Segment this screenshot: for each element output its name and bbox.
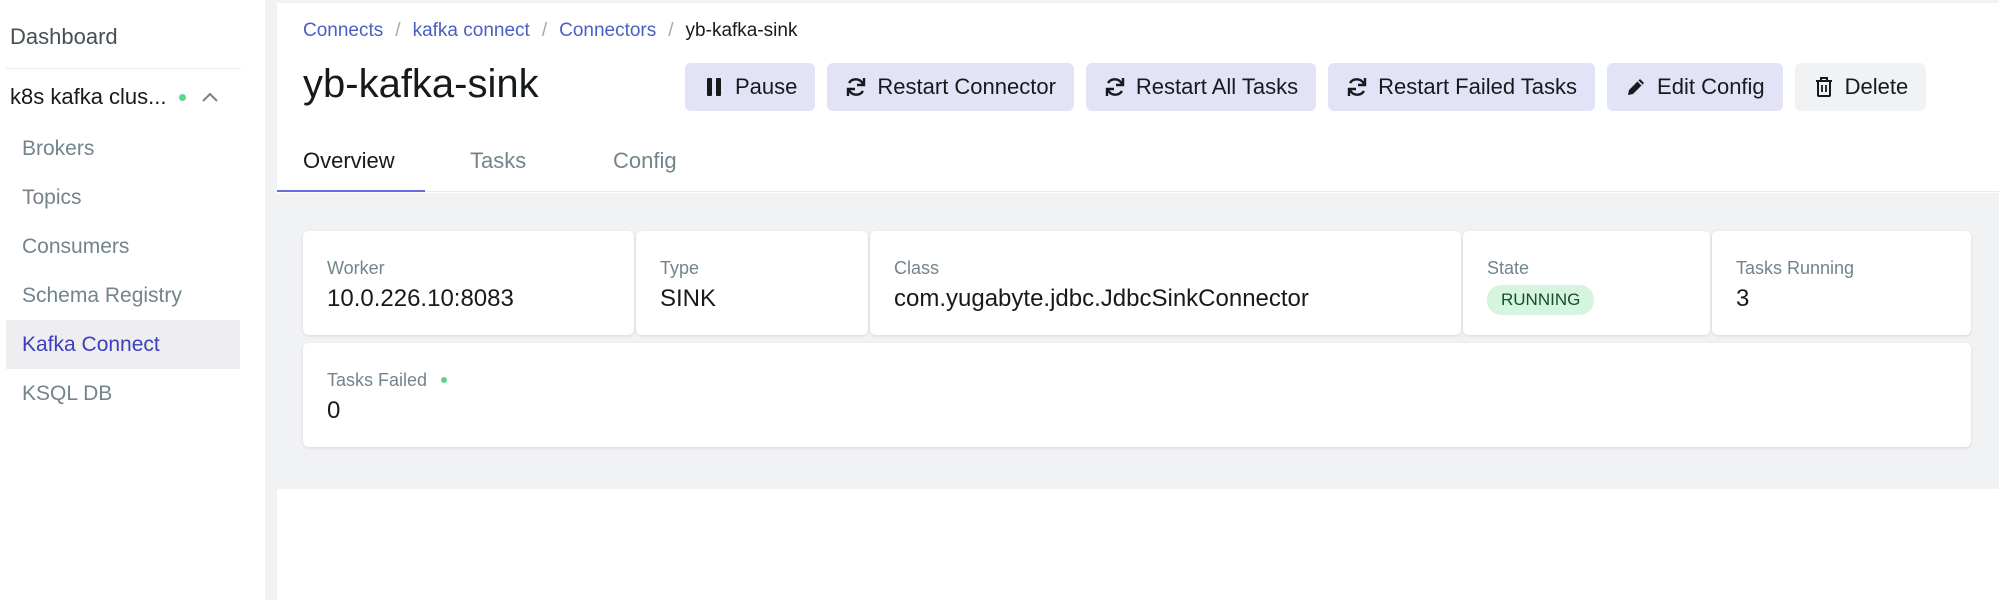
breadcrumb-separator: / bbox=[395, 20, 401, 41]
restart-all-tasks-label: Restart All Tasks bbox=[1135, 74, 1299, 99]
cluster-name: k8s kafka clus... bbox=[10, 84, 167, 109]
sidebar-item-schema-registry[interactable]: Schema Registry bbox=[6, 271, 240, 320]
main-content: Connects / kafka connect / Connectors / … bbox=[277, 0, 1999, 600]
sidebar-item-dashboard[interactable]: Dashboard bbox=[10, 24, 118, 50]
refresh-icon bbox=[1104, 76, 1126, 98]
sidebar-item-consumers[interactable]: Consumers bbox=[6, 222, 240, 271]
tab-overview[interactable]: Overview bbox=[277, 140, 425, 192]
green-dot-icon bbox=[178, 93, 186, 101]
tab-bar: Overview Tasks Config bbox=[277, 140, 1999, 192]
sidebar-item-ksql-db[interactable]: KSQL DB bbox=[6, 369, 240, 418]
state-label: State bbox=[1487, 257, 1530, 278]
tasks-failed-label-row: Tasks Failed bbox=[327, 369, 1947, 391]
type-label: Type bbox=[660, 257, 700, 278]
chevron-up-icon[interactable] bbox=[200, 87, 220, 107]
restart-connector-label: Restart Connector bbox=[877, 74, 1056, 99]
restart-failed-tasks-button[interactable]: Restart Failed Tasks bbox=[1328, 63, 1596, 111]
sidebar-nav: Brokers Topics Consumers Schema Registry… bbox=[6, 124, 240, 418]
sidebar-item-kafka-connect[interactable]: Kafka Connect bbox=[6, 320, 240, 369]
type-card: Type SINK bbox=[636, 231, 868, 335]
class-card: Class com.yugabyte.jdbc.JdbcSinkConnecto… bbox=[870, 231, 1461, 335]
breadcrumb-separator: / bbox=[541, 20, 548, 41]
class-value: com.yugabyte.jdbc.JdbcSinkConnector bbox=[894, 285, 1309, 312]
edit-config-label: Edit Config bbox=[1657, 74, 1765, 99]
status-badge: RUNNING bbox=[1487, 285, 1595, 315]
breadcrumb-separator: / bbox=[668, 20, 674, 41]
sidebar-divider bbox=[6, 68, 241, 69]
pause-button[interactable]: Pause bbox=[685, 63, 816, 111]
pause-icon bbox=[703, 76, 725, 98]
top-border bbox=[277, 0, 1999, 3]
pause-label: Pause bbox=[735, 74, 798, 99]
sidebar: Dashboard k8s kafka clus... Brokers Topi… bbox=[0, 0, 265, 600]
tasks-running-label: Tasks Running bbox=[1736, 257, 1855, 278]
tasks-failed-label: Tasks Failed bbox=[327, 369, 428, 390]
refresh-icon bbox=[845, 76, 867, 98]
worker-label: Worker bbox=[327, 257, 385, 278]
sidebar-item-topics[interactable]: Topics bbox=[6, 173, 240, 222]
sidebar-divider-vertical bbox=[265, 0, 277, 600]
tab-tasks[interactable]: Tasks bbox=[470, 140, 526, 192]
tab-config[interactable]: Config bbox=[613, 140, 677, 192]
metrics-row: Worker 10.0.226.10:8083 Type SINK Class … bbox=[303, 231, 1971, 335]
breadcrumb-connectors[interactable]: Connectors bbox=[559, 20, 656, 42]
page-title: yb-kafka-sink bbox=[303, 62, 539, 106]
breadcrumb-kafka-connect[interactable]: kafka connect bbox=[413, 20, 530, 42]
tasks-running-value: 3 bbox=[1736, 285, 1750, 312]
type-value: SINK bbox=[660, 285, 717, 312]
restart-failed-tasks-label: Restart Failed Tasks bbox=[1378, 74, 1578, 99]
trash-icon bbox=[1813, 76, 1835, 98]
tasks-running-card: Tasks Running 3 bbox=[1712, 231, 1971, 335]
green-dot-icon bbox=[441, 377, 448, 383]
breadcrumb-connects[interactable]: Connects bbox=[303, 20, 383, 42]
state-card: State RUNNING bbox=[1463, 231, 1710, 335]
worker-value: 10.0.226.10:8083 bbox=[327, 285, 514, 312]
delete-button[interactable]: Delete bbox=[1794, 63, 1927, 111]
worker-card: Worker 10.0.226.10:8083 bbox=[303, 231, 634, 335]
restart-connector-button[interactable]: Restart Connector bbox=[827, 63, 1074, 111]
restart-all-tasks-button[interactable]: Restart All Tasks bbox=[1085, 63, 1317, 111]
breadcrumb: Connects / kafka connect / Connectors / … bbox=[303, 20, 797, 42]
breadcrumb-current: yb-kafka-sink bbox=[685, 20, 798, 41]
overview-panel: Worker 10.0.226.10:8083 Type SINK Class … bbox=[277, 193, 1999, 489]
edit-config-button[interactable]: Edit Config bbox=[1607, 63, 1783, 111]
pencil-icon bbox=[1625, 76, 1647, 98]
delete-label: Delete bbox=[1844, 74, 1909, 99]
sidebar-item-brokers[interactable]: Brokers bbox=[6, 124, 240, 173]
tasks-failed-value: 0 bbox=[327, 397, 341, 424]
class-label: Class bbox=[894, 257, 940, 278]
cluster-header[interactable]: k8s kafka clus... bbox=[10, 84, 242, 110]
tasks-failed-card: Tasks Failed 0 bbox=[303, 343, 1971, 447]
toolbar: Pause Restart Connector Restart All Task… bbox=[685, 63, 1927, 111]
refresh-icon bbox=[1346, 76, 1368, 98]
